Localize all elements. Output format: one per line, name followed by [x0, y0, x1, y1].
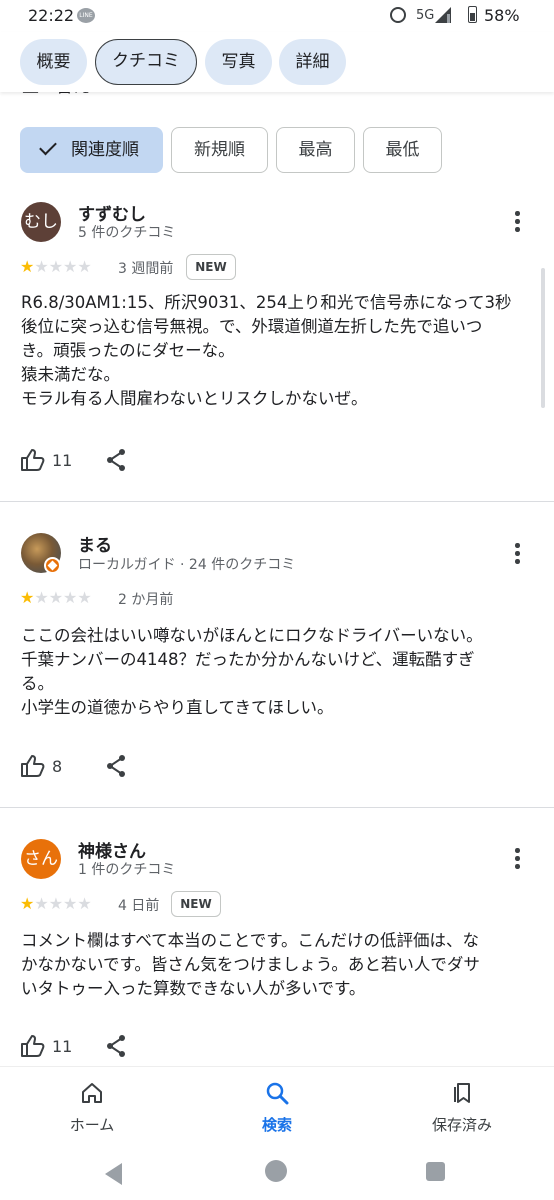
alarm-icon: [390, 7, 406, 23]
review-text: コメント欄はすべて本当のことです。こんだけの低評価は、な かなかないです。皆さん…: [21, 931, 480, 998]
thumbs-up-icon[interactable]: [20, 1034, 46, 1058]
nav-home-label: ホーム: [69, 1116, 115, 1134]
review-text: R6.8/30AM1:15、所沢9031、254上り和光で信号赤になって3秒 後…: [21, 293, 512, 408]
thumbs-up-icon[interactable]: [20, 448, 46, 472]
review-date: 2 か月前: [118, 592, 174, 608]
nav-saved-label: 保存済み: [431, 1116, 492, 1134]
more-options-icon[interactable]: [510, 210, 524, 234]
local-guide-badge-icon: [44, 557, 61, 574]
recent-apps-icon[interactable]: [426, 1162, 445, 1181]
review-date: 4 日前: [118, 898, 160, 914]
star-rating: ★★★★★: [20, 894, 92, 913]
more-options-icon[interactable]: [510, 542, 524, 566]
divider: [0, 501, 554, 502]
sort-chip-highest[interactable]: 最高: [276, 127, 355, 173]
tab-photos[interactable]: 写真: [205, 39, 272, 85]
share-icon[interactable]: [104, 754, 128, 778]
tab-details[interactable]: 詳細: [279, 39, 346, 85]
star-rating: ★★★★★: [20, 588, 92, 607]
thumbs-up-icon[interactable]: [20, 754, 46, 778]
like-count: 11: [52, 451, 73, 470]
share-icon[interactable]: [104, 448, 128, 472]
bottom-navigation: ホーム 検索 保存済み: [0, 1066, 554, 1148]
sort-chip-lowest[interactable]: 最低: [363, 127, 442, 173]
tab-reviews[interactable]: クチコミ: [95, 39, 197, 85]
check-icon: [39, 137, 57, 156]
tab-overview[interactable]: 概要: [20, 39, 87, 85]
search-icon: [266, 1082, 289, 1105]
signal-icon: [435, 7, 451, 23]
reviewer-review-count: 1 件のクチコミ: [78, 862, 176, 878]
more-options-icon[interactable]: [510, 847, 524, 871]
nav-search[interactable]: 検索: [185, 1067, 369, 1149]
place-tabs: 概要 クチコミ 写真 詳細: [0, 32, 554, 92]
battery-level: 58%: [484, 6, 520, 25]
divider: [0, 807, 554, 808]
nav-home[interactable]: ホーム: [0, 1067, 184, 1149]
nav-search-label: 検索: [261, 1116, 292, 1134]
battery-icon: [468, 6, 477, 23]
line-app-icon: LINE: [77, 8, 95, 23]
review-text: ここの会社はいい噂ないがほんとにロクなドライバーいない。 千葉ナンバーの4148…: [21, 626, 483, 717]
star-rating: ★★★★★: [20, 257, 92, 276]
share-icon[interactable]: [104, 1034, 128, 1058]
review-date: 3 週間前: [118, 261, 174, 277]
avatar[interactable]: むし: [21, 202, 61, 242]
saved-icon: [454, 1083, 470, 1103]
network-type: 5G: [416, 8, 435, 23]
reviewer-review-count: ローカルガイド · 24 件のクチコミ: [78, 557, 296, 573]
sort-chip-newest[interactable]: 新規順: [171, 127, 268, 173]
new-badge: NEW: [186, 254, 236, 280]
home-button-icon[interactable]: [265, 1160, 287, 1182]
avatar[interactable]: さん: [21, 839, 61, 879]
nav-saved[interactable]: 保存済み: [370, 1067, 554, 1149]
back-icon[interactable]: [105, 1163, 122, 1185]
home-icon: [82, 1083, 102, 1103]
scrollbar[interactable]: [541, 268, 545, 408]
like-count: 11: [52, 1037, 73, 1056]
status-time: 22:22: [28, 6, 75, 25]
new-badge: NEW: [171, 891, 221, 917]
sort-chip-relevance[interactable]: 関連度順: [20, 127, 163, 173]
reviewer-review-count: 5 件のクチコミ: [78, 225, 176, 241]
system-navigation: [0, 1148, 554, 1200]
like-count: 8: [52, 757, 63, 776]
reviewer-name[interactable]: まる: [78, 531, 112, 556]
status-bar: 22:22 LINE 5G 58%: [0, 0, 554, 32]
